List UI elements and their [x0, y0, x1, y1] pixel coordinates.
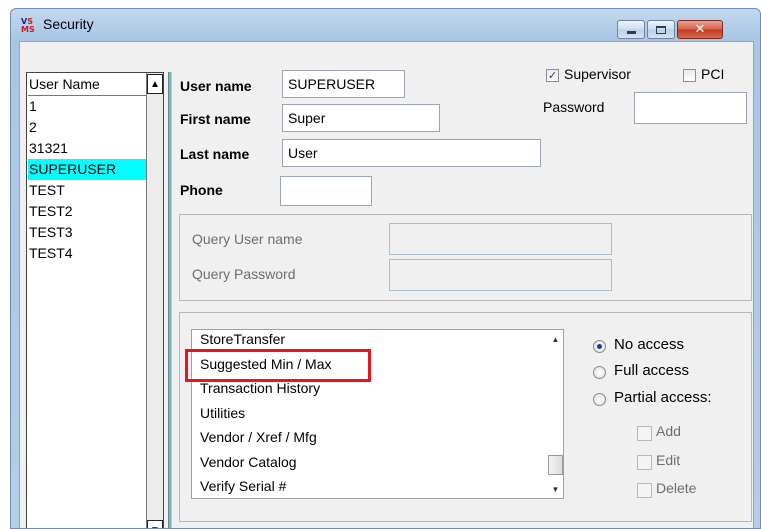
supervisor-label: Supervisor [564, 66, 631, 82]
delete-checkbox[interactable] [637, 483, 652, 498]
username-field[interactable]: SUPERUSER [282, 70, 405, 98]
firstname-field[interactable]: Super [282, 104, 440, 132]
query-password-label: Query Password [192, 266, 296, 282]
user-list-item[interactable]: 31321 [28, 138, 146, 159]
phone-label: Phone [180, 182, 223, 198]
full-access-label: Full access [614, 362, 690, 379]
app-logo-icon: VS MS [21, 17, 35, 34]
permission-item[interactable]: Transaction History [200, 380, 320, 397]
pci-checkbox[interactable] [683, 69, 696, 82]
close-button[interactable]: ✕ [677, 20, 723, 39]
permission-item[interactable]: StoreTransfer [200, 331, 285, 348]
user-list-item[interactable]: 2 [28, 117, 146, 138]
no-access-label: No access [614, 336, 685, 353]
permission-item[interactable]: Vendor / Xref / Mfg [200, 429, 317, 446]
lastname-field[interactable]: User [282, 139, 541, 167]
title-bar[interactable]: VS MS Security ✕ [11, 9, 760, 41]
edit-checkbox[interactable] [637, 455, 652, 470]
add-label: Add [656, 423, 681, 439]
user-list-item-selected[interactable]: SUPERUSER [28, 159, 146, 180]
scroll-down-arrow-icon[interactable]: ▼ [147, 520, 163, 528]
lastname-label: Last name [180, 146, 250, 162]
username-label: User name [180, 78, 252, 94]
permission-item[interactable]: Verify Serial # [200, 478, 286, 495]
user-list-item[interactable]: TEST [28, 180, 146, 201]
permission-item[interactable]: Utilities [200, 405, 245, 422]
window-title: Security [43, 16, 94, 32]
edit-label: Edit [656, 452, 681, 468]
minimize-icon [626, 31, 636, 34]
scroll-up-arrow-icon[interactable]: ▲ [147, 74, 163, 94]
supervisor-checkbox[interactable]: ✓ [546, 69, 559, 82]
close-icon: ✕ [694, 22, 706, 37]
minimize-button[interactable] [617, 20, 645, 39]
user-list-item[interactable]: 1 [28, 96, 146, 117]
query-username-field[interactable] [389, 223, 612, 255]
user-list-item[interactable]: TEST3 [28, 222, 146, 243]
partial-access-label: Partial access: [614, 389, 712, 406]
pci-label: PCI [701, 66, 725, 82]
user-list-scrollbar[interactable]: ▲ ▼ [146, 73, 163, 528]
query-password-field[interactable] [389, 259, 612, 291]
user-list-item[interactable]: TEST2 [28, 201, 146, 222]
splitter[interactable] [168, 72, 172, 528]
permission-item[interactable]: Vendor Catalog [200, 454, 297, 471]
phone-field[interactable] [280, 176, 372, 206]
password-label: Password [543, 99, 605, 115]
query-username-label: Query User name [192, 231, 303, 247]
scroll-up-arrow-icon[interactable]: ▲ [547, 331, 564, 348]
user-list[interactable]: User Name 1 2 31321 SUPERUSER TEST TEST2… [26, 72, 164, 528]
highlight-annotation [185, 349, 371, 382]
password-field[interactable] [634, 92, 747, 124]
user-list-item[interactable]: TEST4 [28, 243, 146, 264]
user-list-items: 1 2 31321 SUPERUSER TEST TEST2 TEST3 TES… [28, 96, 146, 264]
maximize-icon [656, 25, 666, 34]
scroll-down-arrow-icon[interactable]: ▼ [547, 481, 564, 498]
no-access-radio[interactable] [593, 340, 606, 353]
partial-access-radio[interactable] [593, 393, 606, 406]
user-list-header[interactable]: User Name [28, 74, 148, 96]
maximize-button[interactable] [647, 20, 675, 39]
add-checkbox[interactable] [637, 426, 652, 441]
scroll-thumb[interactable] [548, 455, 563, 475]
delete-label: Delete [656, 480, 697, 496]
firstname-label: First name [180, 111, 251, 127]
full-access-radio[interactable] [593, 366, 606, 379]
permissions-scrollbar[interactable]: ▲ ▼ [547, 331, 564, 498]
